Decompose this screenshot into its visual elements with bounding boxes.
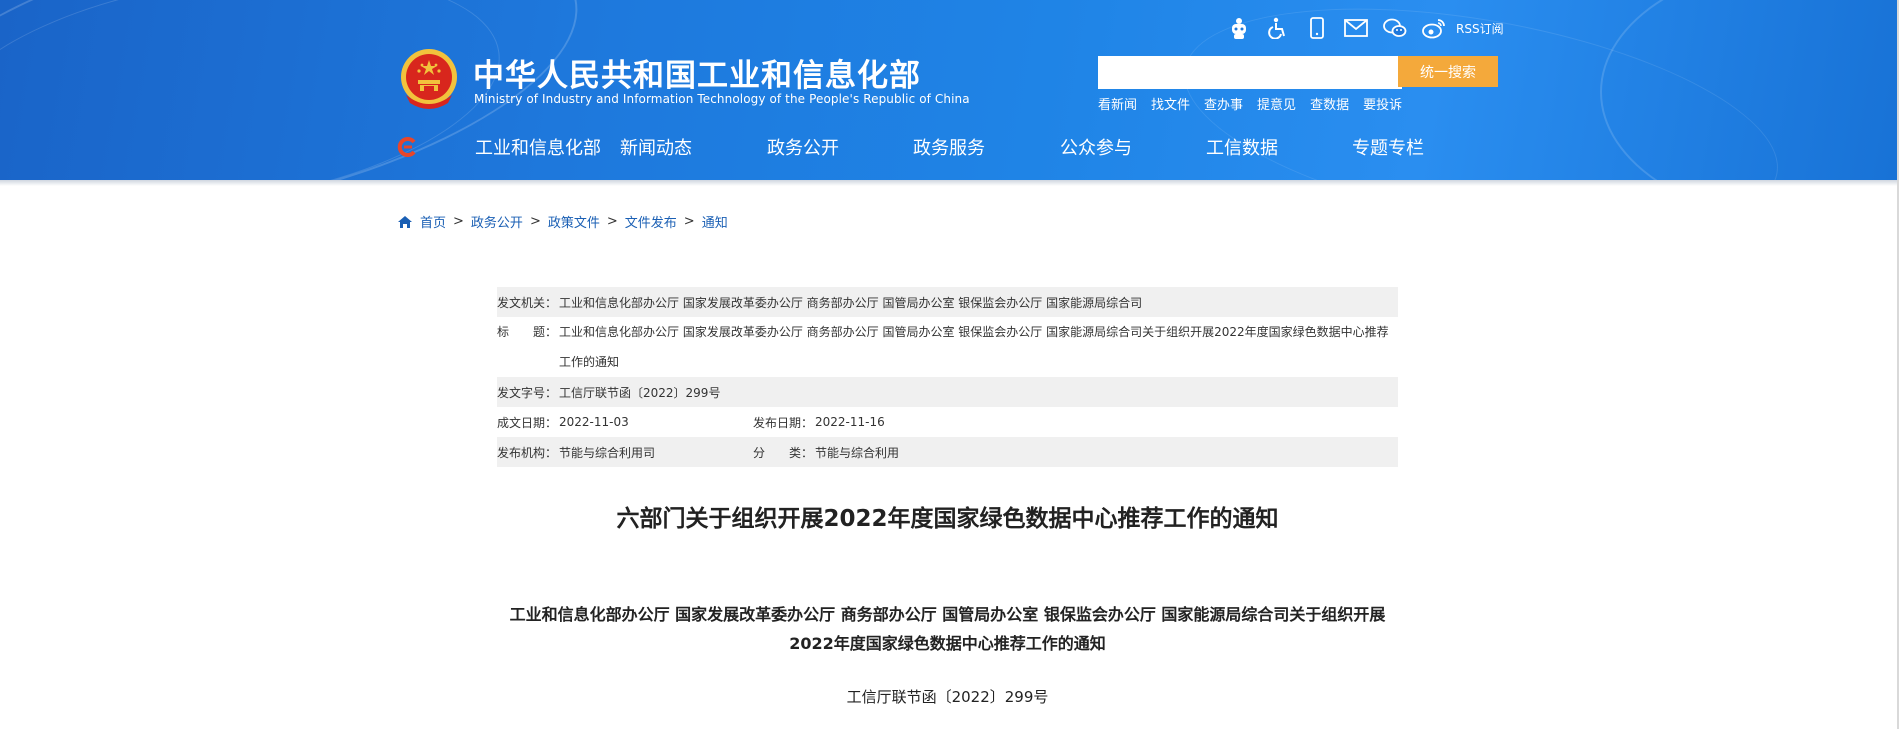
robot-icon[interactable] xyxy=(1226,15,1252,41)
meta-doc-no: 工信厅联节函〔2022〕299号 xyxy=(559,385,721,400)
breadcrumb: 首页 > 政务公开 > 政策文件 > 文件发布 > 通知 xyxy=(397,212,728,231)
meta-label: 发布日期： xyxy=(753,415,814,430)
meta-label: 成文日期： xyxy=(497,415,558,430)
mail-icon[interactable] xyxy=(1343,15,1369,41)
weibo-icon[interactable] xyxy=(1421,15,1447,41)
document-number: 工信厅联节函〔2022〕299号 xyxy=(846,688,1049,706)
breadcrumb-gov-affairs[interactable]: 政务公开 xyxy=(471,212,523,231)
nav-item-gov-services[interactable]: 政务服务 xyxy=(913,134,1060,160)
meta-issuer: 工业和信息化部办公厅 国家发展改革委办公厅 商务部办公厅 国管局办公室 银保监会… xyxy=(559,295,1143,310)
wechat-icon[interactable] xyxy=(1382,15,1408,41)
nav-item-data[interactable]: 工信数据 xyxy=(1206,134,1352,160)
meta-row-dates: 成文日期： 2022-11-03 发布日期： 2022-11-16 xyxy=(497,407,1398,437)
quick-link-services[interactable]: 查办事 xyxy=(1204,94,1243,113)
quick-links: 看新闻 找文件 查办事 提意见 查数据 要投诉 xyxy=(1098,94,1416,113)
meta-row-title: 标 题： 工业和信息化部办公厅 国家发展改革委办公厅 商务部办公厅 国管局办公室… xyxy=(497,317,1398,377)
site-header: 中华人民共和国工业和信息化部 Ministry of Industry and … xyxy=(0,0,1897,180)
nav-item-gov-affairs[interactable]: 政务公开 xyxy=(767,134,913,160)
meta-row-agency: 发布机构： 节能与综合利用司 分 类： 节能与综合利用 xyxy=(497,437,1398,467)
quick-link-news[interactable]: 看新闻 xyxy=(1098,94,1137,113)
breadcrumb-separator: > xyxy=(453,214,464,229)
quick-link-complaint[interactable]: 要投诉 xyxy=(1363,94,1402,113)
rss-link[interactable]: RSS订阅 xyxy=(1456,20,1504,37)
nav-item-public[interactable]: 公众参与 xyxy=(1060,134,1206,160)
breadcrumb-separator: > xyxy=(529,214,541,229)
accessibility-icon[interactable] xyxy=(1265,15,1291,41)
meta-label: 分 类： xyxy=(753,445,814,460)
breadcrumb-separator: > xyxy=(606,214,618,229)
meta-written-date: 2022-11-03 xyxy=(559,415,629,429)
meta-agency: 节能与综合利用司 xyxy=(559,445,656,460)
meta-label: 发文字号： xyxy=(497,385,558,400)
meta-label: 标 题： xyxy=(497,325,558,339)
meta-label: 发文机关： xyxy=(497,295,558,310)
meta-publish-date: 2022-11-16 xyxy=(815,415,885,429)
breadcrumb-policy-docs[interactable]: 政策文件 xyxy=(548,212,600,231)
meta-label: 发布机构： xyxy=(497,445,558,460)
main-nav: 工业和信息化部 新闻动态 政务公开 政务服务 公众参与 工信数据 专题专栏 xyxy=(475,134,1424,160)
site-title[interactable]: 中华人民共和国工业和信息化部 xyxy=(473,50,921,95)
national-emblem-logo[interactable] xyxy=(398,47,460,111)
meta-category: 节能与综合利用 xyxy=(815,445,900,460)
nav-logo-icon[interactable] xyxy=(396,136,418,158)
quick-link-data[interactable]: 查数据 xyxy=(1310,94,1349,113)
document-metadata: 发文机关： 工业和信息化部办公厅 国家发展改革委办公厅 商务部办公厅 国管局办公… xyxy=(497,287,1398,467)
nav-item-ministry[interactable]: 工业和信息化部 xyxy=(475,134,620,160)
quick-link-feedback[interactable]: 提意见 xyxy=(1257,94,1296,113)
meta-title: 工业和信息化部办公厅 国家发展改革委办公厅 商务部办公厅 国管局办公室 银保监会… xyxy=(559,325,1389,369)
search-button[interactable]: 统一搜索 xyxy=(1398,56,1498,87)
breadcrumb-separator: > xyxy=(683,214,695,229)
search-input[interactable] xyxy=(1098,56,1402,89)
document-heading: 工业和信息化部办公厅 国家发展改革委办公厅 商务部办公厅 国管局办公室 银保监会… xyxy=(509,605,1386,653)
nav-item-news[interactable]: 新闻动态 xyxy=(620,134,767,160)
breadcrumb-home[interactable]: 首页 xyxy=(420,212,446,231)
document-title: 六部门关于组织开展2022年度国家绿色数据中心推荐工作的通知 xyxy=(616,506,1279,532)
top-icon-bar: RSS订阅 xyxy=(1226,14,1504,42)
mobile-icon[interactable] xyxy=(1304,15,1330,41)
breadcrumb-doc-release[interactable]: 文件发布 xyxy=(625,212,677,231)
site-subtitle: Ministry of Industry and Information Tec… xyxy=(474,92,970,106)
breadcrumb-notice[interactable]: 通知 xyxy=(702,212,728,231)
quick-link-files[interactable]: 找文件 xyxy=(1151,94,1190,113)
home-icon[interactable] xyxy=(397,215,413,229)
meta-row-doc-no: 发文字号： 工信厅联节函〔2022〕299号 xyxy=(497,377,1398,407)
nav-item-topics[interactable]: 专题专栏 xyxy=(1352,134,1424,160)
